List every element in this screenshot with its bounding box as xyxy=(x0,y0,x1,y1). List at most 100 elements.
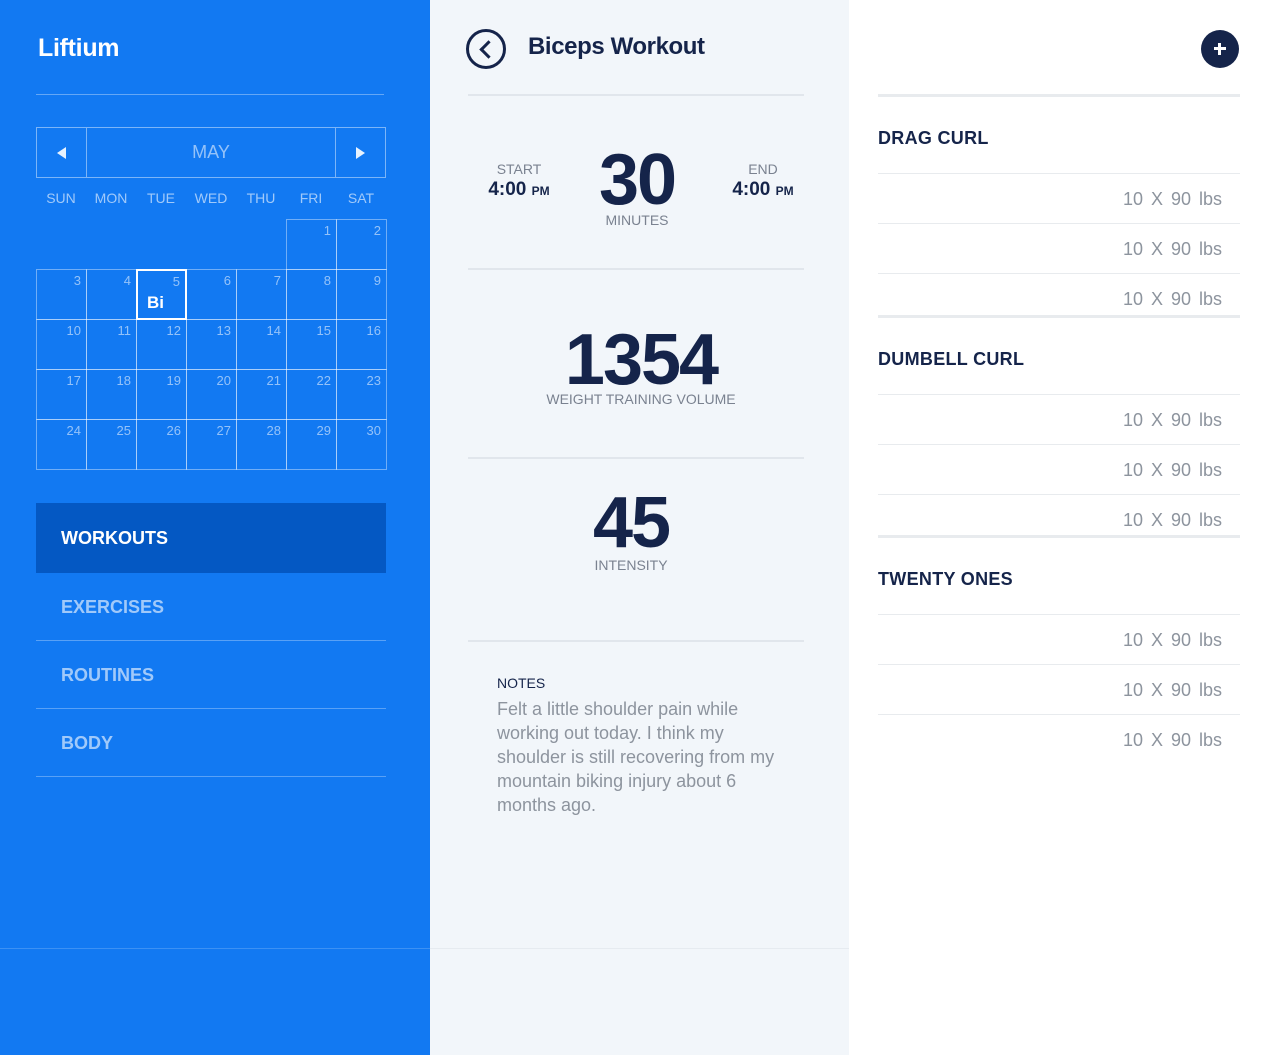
calendar-day[interactable]: 23 xyxy=(336,369,387,420)
panel-footer-divider xyxy=(430,948,849,949)
calendar-day-selected[interactable]: 5 Bi xyxy=(136,269,187,320)
calendar-day-number: 13 xyxy=(216,323,231,338)
set-row[interactable]: 10 X 90 lbs xyxy=(878,174,1240,224)
back-arrow-icon[interactable] xyxy=(466,29,506,69)
nav-item-exercises[interactable]: EXERCISES xyxy=(36,573,386,641)
calendar-day[interactable]: 13 xyxy=(186,319,237,370)
add-exercise-button[interactable] xyxy=(1201,30,1239,68)
calendar-month: MAY xyxy=(192,142,230,162)
calendar-day[interactable]: 15 xyxy=(286,319,337,370)
exercise-group: TWENTY ONES 10 X 90 lbs 10 X 90 lbs 10 X 90… xyxy=(878,537,1240,765)
sidebar-footer-divider xyxy=(0,948,430,949)
calendar-day-number: 1 xyxy=(323,223,331,238)
calendar-day[interactable]: 11 xyxy=(86,319,137,370)
calendar-day[interactable]: 24 xyxy=(36,419,87,470)
calendar-header: MAY xyxy=(36,127,386,178)
sidebar-divider xyxy=(36,94,384,95)
calendar-day-number: 23 xyxy=(366,373,381,388)
calendar-day-number: 22 xyxy=(316,373,331,388)
divider xyxy=(468,94,804,96)
caret-right-icon xyxy=(356,146,365,159)
calendar-day[interactable]: 22 xyxy=(286,369,337,420)
calendar-day-number: 8 xyxy=(323,273,331,288)
calendar-prev-button[interactable] xyxy=(37,128,87,177)
end-time-value: 4:00 xyxy=(732,179,771,200)
calendar-day-number: 21 xyxy=(266,373,281,388)
calendar-day[interactable]: 4 xyxy=(86,269,137,320)
calendar-day-number: 7 xyxy=(273,273,281,288)
weekday-label: WED xyxy=(194,190,228,206)
calendar-day[interactable]: 9 xyxy=(336,269,387,320)
set-row[interactable]: 10 X 90 lbs xyxy=(878,615,1240,665)
exercise-name[interactable]: DUMBELL CURL xyxy=(878,317,1240,395)
nav-item-routines[interactable]: ROUTINES xyxy=(36,641,386,709)
weekday-label: SUN xyxy=(46,190,76,206)
calendar-day-number: 20 xyxy=(216,373,231,388)
calendar-day-number: 27 xyxy=(216,423,231,438)
calendar-day[interactable]: 10 xyxy=(36,319,87,370)
calendar-day[interactable]: 19 xyxy=(136,369,187,420)
calendar-day[interactable]: 30 xyxy=(336,419,387,470)
calendar-day-number: 12 xyxy=(166,323,181,338)
calendar-day[interactable]: 6 xyxy=(186,269,237,320)
calendar-day-number: 15 xyxy=(316,323,331,338)
set-row[interactable]: 10 X 90 lbs xyxy=(878,395,1240,445)
set-row[interactable]: 10 X 90 lbs xyxy=(878,665,1240,715)
set-row[interactable]: 10 X 90 lbs xyxy=(878,224,1240,274)
calendar-day[interactable]: 26 xyxy=(136,419,187,470)
calendar-day-number: 26 xyxy=(166,423,181,438)
calendar-weekdays: SUN MON TUE WED THU FRI SAT xyxy=(36,190,386,206)
calendar-day[interactable]: 3 xyxy=(36,269,87,320)
start-time-block: START 4:00 PM xyxy=(479,161,559,201)
calendar-day[interactable]: 7 xyxy=(236,269,287,320)
calendar-day[interactable]: 20 xyxy=(186,369,237,420)
set-row[interactable]: 10 X 90 lbs xyxy=(878,715,1240,765)
end-label: END xyxy=(748,161,778,177)
exercise-name[interactable]: DRAG CURL xyxy=(878,96,1240,174)
calendar-day[interactable]: 21 xyxy=(236,369,287,420)
workout-detail: Biceps Workout START 4:00 PM 30 MINUTES … xyxy=(430,0,849,1055)
intensity-label: INTENSITY xyxy=(594,557,668,573)
start-label: START xyxy=(496,161,542,177)
calendar-day[interactable]: 14 xyxy=(236,319,287,370)
weekday-label: THU xyxy=(246,190,276,206)
exercise-name[interactable]: TWENTY ONES xyxy=(878,537,1240,615)
weekday-label: FRI xyxy=(299,190,323,206)
calendar-day-number: 30 xyxy=(366,423,381,438)
calendar-day-number: 2 xyxy=(373,223,381,238)
nav-item-workouts[interactable]: WORKOUTS xyxy=(36,503,386,573)
calendar-day[interactable]: 17 xyxy=(36,369,87,420)
duration-label: MINUTES xyxy=(605,212,669,228)
calendar-day-number: 24 xyxy=(66,423,81,438)
calendar-day-number: 11 xyxy=(117,323,132,338)
volume-value: 1354 xyxy=(564,320,719,400)
calendar-day-number: 4 xyxy=(123,273,131,288)
start-time: 4:00 PM xyxy=(479,179,559,201)
calendar-day-number: 25 xyxy=(116,423,131,438)
duration-value: 30 xyxy=(598,140,677,220)
calendar-day[interactable]: 25 xyxy=(86,419,137,470)
calendar-day[interactable]: 18 xyxy=(86,369,137,420)
calendar-workout-marker: Bi xyxy=(147,293,164,312)
calendar-day-number: 16 xyxy=(366,323,381,338)
calendar-day[interactable]: 27 xyxy=(186,419,237,470)
calendar-day[interactable]: 2 xyxy=(336,219,387,270)
calendar-day-number: 19 xyxy=(166,373,181,388)
page-title: Biceps Workout xyxy=(528,33,705,60)
calendar-day-number: 14 xyxy=(266,323,281,338)
nav-item-body[interactable]: BODY xyxy=(36,709,386,777)
calendar-grid: 1 2 3 4 5 Bi 6 7 8 9 10 11 12 13 14 15 16 17 18 19 20 21 22 23 2… xyxy=(36,219,387,470)
calendar-day[interactable]: 16 xyxy=(336,319,387,370)
set-row[interactable]: 10 X 90 lbs xyxy=(878,445,1240,495)
calendar-day[interactable]: 28 xyxy=(236,419,287,470)
notes-text[interactable]: Felt a little shoulder pain while workin… xyxy=(497,697,787,817)
calendar-day-number: 3 xyxy=(73,273,81,288)
notes-label: NOTES xyxy=(497,675,546,691)
calendar-day-number: 6 xyxy=(223,273,231,288)
calendar-day[interactable]: 1 xyxy=(286,219,337,270)
calendar-day[interactable]: 29 xyxy=(286,419,337,470)
exercise-list-panel: DRAG CURL 10 X 90 lbs 10 X 90 lbs 10 X 90 l… xyxy=(849,0,1267,1055)
calendar-next-button[interactable] xyxy=(335,128,385,177)
calendar-day[interactable]: 12 xyxy=(136,319,187,370)
calendar-day[interactable]: 8 xyxy=(286,269,337,320)
